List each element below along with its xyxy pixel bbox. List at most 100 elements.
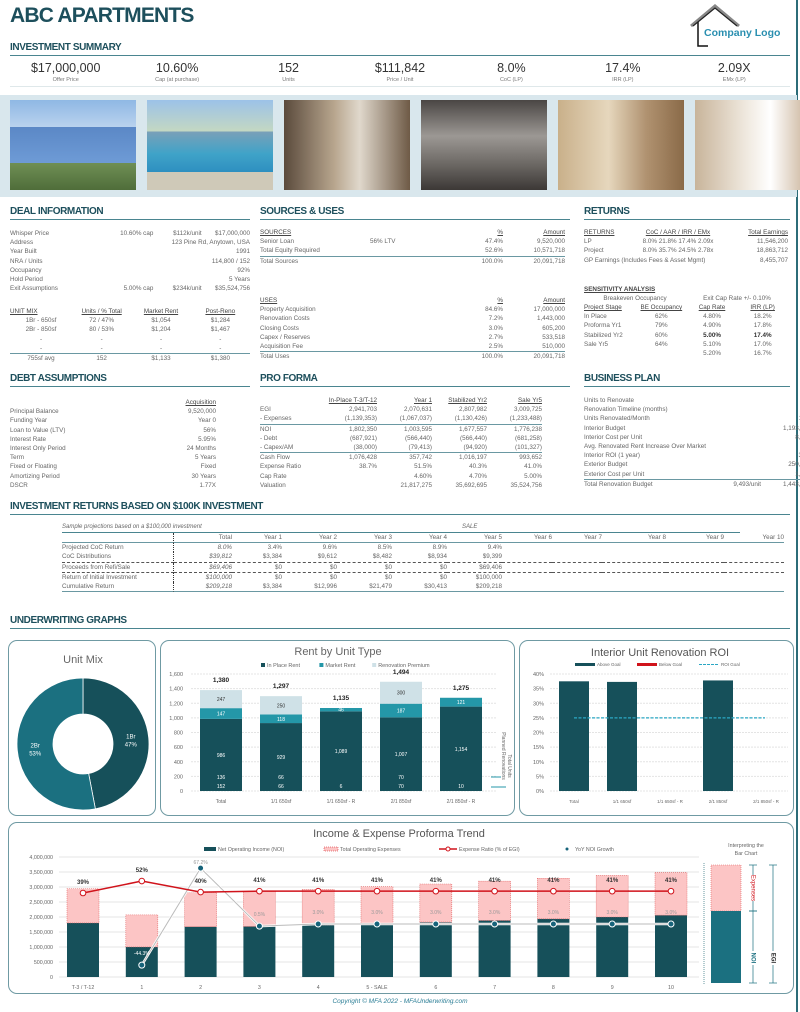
cell-value: $9,399 <box>447 552 502 563</box>
planned-renovations-label: 66 <box>278 775 284 781</box>
cell-value: $0 <box>274 573 282 581</box>
cell-value: 7.2% <box>488 315 503 323</box>
cell-value: 10,571,718 <box>533 247 565 255</box>
living-room-photo <box>558 100 684 190</box>
cell-value: 92% <box>237 266 250 274</box>
investment-returns-header: INVESTMENT RETURNS BASED ON $100K INVEST… <box>10 501 790 515</box>
row-label: Amortizing Period <box>10 472 60 480</box>
x-tick-label: T-3 / T-12 <box>72 985 95 991</box>
cell-value: 9,493/unit <box>733 480 762 488</box>
row-label: Avg. Renovated Rent Increase Over Market <box>584 443 707 451</box>
column-header: Amount <box>543 297 565 304</box>
cell-value: Year 7 <box>552 533 602 544</box>
legend-label: Market Rent <box>325 663 355 669</box>
row-label: Valuation <box>260 481 286 489</box>
column-header: % <box>497 297 503 304</box>
cell-value <box>370 342 430 351</box>
cell-value: $39,812 <box>174 552 232 563</box>
cell-value: (566,440) <box>405 434 432 442</box>
cell-value: 2.5% <box>488 343 503 351</box>
noi-growth-point <box>138 961 146 969</box>
empty-cell <box>666 582 724 593</box>
cell-value: - <box>159 335 163 343</box>
expense-ratio-point <box>197 888 204 896</box>
cell-value: $0 <box>329 573 337 581</box>
cell-value: Fixed <box>200 463 216 471</box>
empty-cell <box>602 563 666 573</box>
business-plan-table: Units to Renovate 136 Renovation Timeline … <box>584 396 800 489</box>
empty-cell <box>552 552 602 563</box>
x-tick-label: 1 <box>140 985 143 991</box>
cell-value <box>370 305 430 314</box>
bar-value-label: 250 <box>277 703 286 709</box>
row-label: 2Br - 850sf <box>25 326 57 334</box>
kitchen-photo <box>284 100 410 190</box>
row-label: Return of Initial Investment <box>62 572 174 583</box>
x-tick-label: 2/1 850sf - R <box>447 799 476 805</box>
guide-noi-block <box>711 911 741 983</box>
row-label: - <box>39 344 43 352</box>
cell-value <box>322 481 377 490</box>
column-header: Stabilized Yr2 <box>448 397 487 404</box>
row-label: - Debt <box>260 434 278 442</box>
cell-value: Year 4 <box>392 533 447 544</box>
noi-growth-label: 3.0% <box>371 910 383 916</box>
y-tick-label: 20% <box>533 731 544 737</box>
cell-value: $1,380 <box>190 353 250 363</box>
kpi-label: CoC (LP) <box>499 77 523 83</box>
cell-value: 5.00% <box>524 472 542 480</box>
column-header: CoC / AAR / IRR / EMx <box>645 229 711 236</box>
expense-ratio-label: 40% <box>195 879 208 885</box>
sensitivity-title: SENSITIVITY ANALYSIS <box>584 285 655 294</box>
cell-value: $1,467 <box>210 326 230 334</box>
cell-value: $1,204 <box>151 326 171 334</box>
cell-value: $0 <box>337 563 392 573</box>
row-label: Proceeds from Refi/Sale <box>62 562 174 573</box>
bar-value-label: 1,154 <box>455 747 468 753</box>
expense-ratio-point <box>256 887 263 895</box>
y-tick-label: 800 <box>174 731 183 737</box>
y-tick-label: 40% <box>533 672 544 678</box>
column-header: Sale Yr5 <box>517 397 542 404</box>
empty-cell <box>502 563 552 573</box>
cell-value: 5 Years <box>228 276 250 284</box>
x-tick-label: 1/1 650sf <box>271 799 292 805</box>
row-label: NOI <box>260 425 272 433</box>
column-header: Year 1 <box>414 397 432 404</box>
empty-cell <box>602 552 666 563</box>
row-label: 755sf avg <box>10 353 72 363</box>
cell-value: 152 <box>72 353 132 363</box>
uses-table: USES% Amount Property Acquisition 84.6% 17,0… <box>260 296 565 361</box>
cell-value: $0 <box>392 563 447 573</box>
empty-cell <box>602 573 666 582</box>
cell-value <box>370 351 430 361</box>
row-label: Exterior Budget <box>584 461 628 469</box>
cell-value: (687,921) <box>350 434 377 442</box>
total-units-label: 70 <box>398 784 404 790</box>
kpi: $17,000,000 Offer Price <box>10 61 121 83</box>
row-label <box>584 349 636 358</box>
column-header: Total Earnings <box>748 229 788 236</box>
row-label: Year Built <box>10 248 37 256</box>
cell-value: Year 0 <box>198 417 216 425</box>
cell-value: 20,091,718 <box>503 255 565 266</box>
y-tick-label: 3,000,000 <box>29 885 53 891</box>
row-label: Cumulative Return <box>62 582 174 593</box>
cell-value: 35,524,756 <box>510 481 542 489</box>
legend-swatch <box>445 846 451 852</box>
noi-bar <box>419 922 452 977</box>
row-label: Total Sources <box>260 255 370 266</box>
debt-assumptions-header: DEBT ASSUMPTIONS <box>10 373 250 387</box>
cell-value: (1,067,037) <box>377 414 432 425</box>
row-label: Exterior Cost per Unit <box>584 470 707 480</box>
cell-value: 4.60% <box>414 472 432 480</box>
cell-value: $100,000 <box>475 573 502 581</box>
cell-value: $0 <box>384 573 392 581</box>
legend-label: Expense Ratio (% of EGI) <box>459 847 520 853</box>
legend-label: Total Operating Expenses <box>340 847 401 853</box>
page-title: ABC APARTMENTS <box>10 4 194 27</box>
cell-value: 1,193,000 <box>783 424 800 432</box>
noi-bar <box>537 918 570 977</box>
deal-information-header: DEAL INFORMATION <box>10 206 250 220</box>
row-label: Interest Rate <box>10 435 47 443</box>
